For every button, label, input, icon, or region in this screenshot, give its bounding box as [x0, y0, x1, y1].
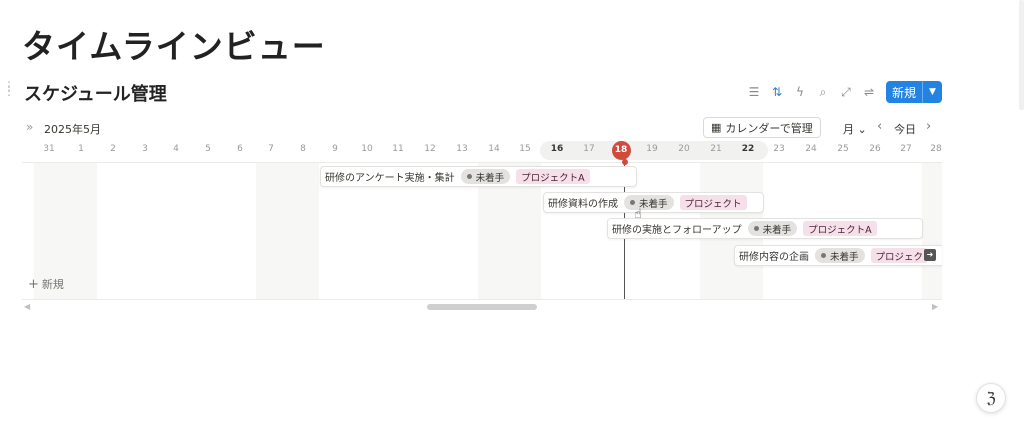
today-button[interactable]: 今日: [894, 121, 916, 137]
scrollbar-thumb[interactable]: [427, 304, 537, 310]
vertical-scrollbar[interactable]: [1019, 0, 1024, 110]
period-select[interactable]: 月 ⌄: [843, 121, 867, 137]
date-label: 2: [110, 144, 116, 154]
month-label: 2025年5月: [44, 123, 101, 136]
chevron-right-icon[interactable]: ›: [926, 119, 931, 134]
date-label: 20: [678, 144, 690, 154]
period-label: 月: [843, 123, 854, 136]
date-label: 7: [268, 144, 274, 154]
date-label: 4: [173, 144, 179, 154]
chevron-down-icon[interactable]: ▼: [922, 81, 942, 103]
calendar-manage-button[interactable]: ▦ カレンダーで管理: [703, 117, 821, 138]
sort-icon[interactable]: ⇅: [766, 82, 788, 102]
chevron-left-icon[interactable]: ‹: [877, 119, 882, 134]
status-label: 未着手: [830, 251, 859, 263]
task-title: 研修内容の企画: [739, 252, 809, 263]
status-label: 未着手: [762, 224, 792, 236]
task-title: 研修資料の作成: [548, 199, 618, 210]
project-tag: プロジェクトA: [803, 221, 877, 236]
page-title: タイムラインビュー: [22, 27, 326, 66]
calendar-icon: ▦: [711, 121, 722, 134]
date-label: 16: [550, 144, 564, 154]
database-toolbar: ☰ ⇅ ϟ ⌕ ⤢ ⇌ 新規 ▼: [742, 81, 942, 103]
horizontal-scrollbar[interactable]: ◀ ▶: [22, 302, 942, 312]
calendar-manage-label: カレンダーで管理: [725, 121, 813, 135]
today-dot: [622, 159, 628, 165]
project-tag: プロジェク: [870, 248, 929, 263]
timeline-item[interactable]: 研修の実施とフォローアップ 未着手 プロジェクトA: [607, 218, 923, 239]
open-page-icon[interactable]: ➜: [924, 249, 936, 261]
add-new-row-button[interactable]: + 新規: [28, 276, 64, 292]
expand-icon[interactable]: ⤢: [835, 82, 857, 102]
task-title: 研修の実施とフォローアップ: [612, 225, 742, 236]
status-label: 未着手: [475, 172, 505, 184]
double-chevron-right-icon[interactable]: »: [26, 120, 33, 134]
date-label: 22: [741, 144, 755, 154]
drag-handle-icon[interactable]: ⋮ ⋮: [3, 80, 15, 97]
status-badge: 未着手: [624, 195, 674, 210]
timeline-item[interactable]: 研修資料の作成 未着手 プロジェクト: [543, 192, 764, 213]
date-label: 12: [424, 144, 436, 154]
scroll-left-icon[interactable]: ◀: [24, 302, 30, 311]
date-label: 25: [837, 144, 849, 154]
date-label: 17: [583, 144, 595, 154]
status-badge: 未着手: [460, 169, 511, 184]
project-tag: プロジェクトA: [516, 169, 590, 184]
settings-icon[interactable]: ⇌: [858, 82, 880, 102]
date-label: 13: [456, 144, 468, 154]
status-dot-icon: [821, 253, 826, 258]
date-label: 31: [43, 144, 55, 154]
date-label: 11: [392, 144, 404, 154]
new-button[interactable]: 新規 ▼: [885, 81, 942, 103]
date-label: 14: [488, 144, 500, 154]
date-label: 15: [519, 144, 531, 154]
date-label: 23: [773, 144, 785, 154]
date-label: 3: [142, 144, 148, 154]
add-new-label: 新規: [41, 278, 64, 291]
date-label: 10: [361, 144, 373, 154]
date-label: 26: [869, 144, 881, 154]
status-badge: 未着手: [815, 248, 865, 263]
date-label: 8: [300, 144, 306, 154]
timeline-header: » 2025年5月 ▦ カレンダーで管理 月 ⌄ ‹ 今日 ›: [22, 117, 942, 140]
weekend-column: [256, 163, 319, 299]
lightning-icon[interactable]: ϟ: [789, 82, 811, 102]
scroll-right-icon[interactable]: ▶: [932, 302, 938, 311]
task-title: 研修のアンケート実施・集計: [325, 173, 455, 184]
status-badge: 未着手: [747, 221, 798, 236]
plus-icon: +: [28, 277, 39, 292]
filter-icon[interactable]: ☰: [743, 82, 765, 102]
date-label: 5: [205, 144, 211, 154]
weekend-column: [922, 163, 942, 299]
date-label: 21: [710, 144, 722, 154]
date-label: 1: [78, 144, 84, 154]
date-label: 6: [237, 144, 243, 154]
database-title[interactable]: スケジュール管理: [24, 80, 167, 106]
status-dot-icon: [630, 200, 635, 205]
status-label: 未着手: [639, 198, 668, 210]
status-dot-icon: [753, 226, 759, 231]
date-label: 27: [900, 144, 912, 154]
search-icon[interactable]: ⌕: [812, 82, 834, 102]
help-icon[interactable]: ℨ: [976, 383, 1006, 413]
project-tag: プロジェクト: [679, 195, 747, 210]
timeline-item[interactable]: 研修のアンケート実施・集計 未着手 プロジェクトA: [320, 166, 637, 187]
date-label: 24: [805, 144, 817, 154]
new-button-label[interactable]: 新規: [886, 81, 922, 103]
date-label: 9: [332, 144, 338, 154]
timeline-item[interactable]: 研修内容の企画 未着手 プロジェク: [734, 245, 942, 266]
date-row: 31 1 2 3 4 5 6 7 8 9 10 11 12 13 14 15 1…: [22, 140, 942, 161]
date-label: 19: [646, 144, 658, 154]
status-dot-icon: [466, 174, 472, 179]
date-label: 28: [930, 144, 942, 154]
today-marker: 18: [611, 141, 631, 160]
